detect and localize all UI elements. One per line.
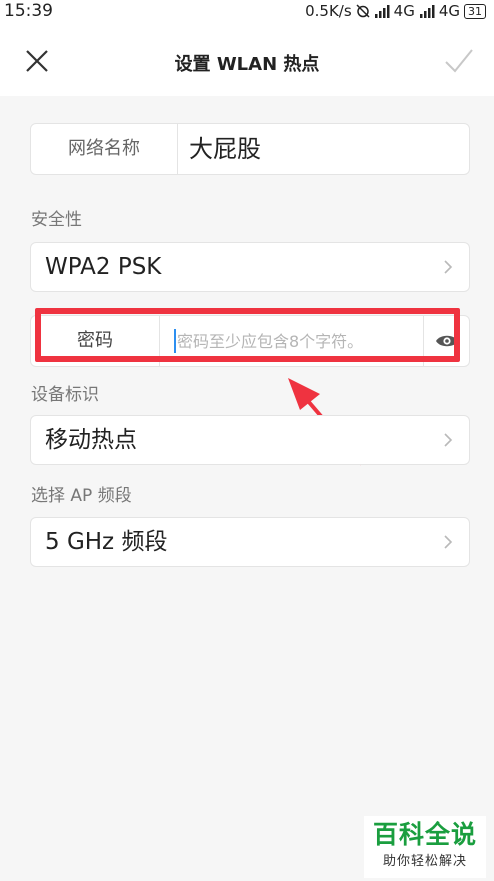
watermark-subtitle: 助你轻松解决	[382, 854, 467, 869]
watermark-title: 百科全说	[372, 820, 477, 849]
status-indicators: 0.5K/s 4G 4G 31	[305, 2, 486, 20]
chevron-right-icon	[444, 433, 453, 447]
signal-icon-2	[419, 5, 435, 18]
ssid-value[interactable]: 大屁股	[189, 124, 261, 174]
battery-icon: 31	[464, 3, 486, 19]
device-id-selector[interactable]: 移动热点	[30, 415, 470, 465]
band-selector[interactable]: 5 GHz 频段	[30, 517, 470, 567]
alarm-off-icon	[356, 4, 370, 18]
security-section-label: 安全性	[31, 210, 82, 230]
chevron-right-icon	[444, 260, 453, 274]
network-type-2: 4G	[438, 2, 460, 20]
band-value: 5 GHz 频段	[45, 529, 168, 555]
ssid-label: 网络名称	[31, 124, 178, 174]
device-id-section-label: 设备标识	[31, 385, 99, 405]
highlight-box	[35, 308, 460, 362]
status-bar: 15:39 0.5K/s 4G 4G 31	[0, 0, 494, 26]
title-bar: 设置 WLAN 热点	[0, 26, 494, 96]
security-selector[interactable]: WPA2 PSK	[30, 242, 470, 292]
network-speed: 0.5K/s	[305, 2, 352, 20]
signal-icon	[374, 5, 390, 18]
chevron-right-icon	[444, 535, 453, 549]
network-type-1: 4G	[393, 2, 415, 20]
status-time: 15:39	[4, 1, 53, 21]
band-section-label: 选择 AP 频段	[31, 486, 132, 506]
ssid-field[interactable]: 网络名称 大屁股	[30, 123, 470, 175]
security-value: WPA2 PSK	[45, 254, 162, 280]
device-id-value: 移动热点	[45, 427, 137, 453]
confirm-check-icon[interactable]	[442, 44, 476, 78]
watermark-logo: 百科全说 助你轻松解决	[364, 816, 486, 878]
page-title: 设置 WLAN 热点	[174, 54, 320, 75]
